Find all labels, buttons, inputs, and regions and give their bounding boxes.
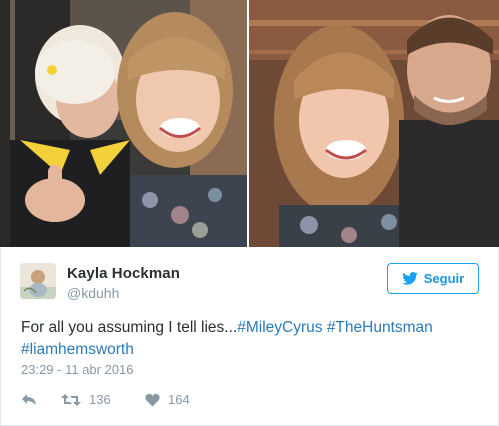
hashtag-link[interactable]: #liamhemsworth	[21, 341, 134, 358]
like-count: 164	[168, 392, 190, 407]
bird-icon	[401, 272, 418, 285]
tweet-timestamp[interactable]: 23:29 - 11 abr 2016	[21, 362, 134, 377]
tweet-card: Kayla Hockman @kduhh Seguir For all you …	[0, 247, 499, 426]
reply-icon	[22, 394, 36, 405]
retweet-button[interactable]: 136	[61, 392, 145, 407]
reply-button[interactable]	[21, 393, 61, 406]
photo-left[interactable]	[0, 0, 247, 247]
follow-button-label: Seguir	[423, 271, 465, 286]
photo-right[interactable]	[249, 0, 499, 247]
heart-icon	[145, 393, 160, 406]
like-button[interactable]: 164	[145, 392, 215, 407]
tweet-actions: 136 164	[21, 392, 215, 407]
tweet-text: For all you assuming I tell lies...#Mile…	[21, 317, 481, 361]
avatar-image	[20, 263, 56, 299]
avatar[interactable]	[20, 263, 56, 299]
hashtag-link[interactable]: #MileyCyrus	[237, 319, 322, 336]
photo-right-image	[249, 0, 499, 247]
tweet-text-plain: For all you assuming I tell lies...	[21, 319, 238, 336]
user-handle[interactable]: @kduhh	[67, 285, 119, 301]
tweet-photos	[0, 0, 499, 247]
retweet-count: 136	[89, 392, 111, 407]
retweet-icon	[61, 393, 81, 406]
hashtag-link[interactable]: #TheHuntsman	[327, 319, 433, 336]
photo-left-image	[0, 0, 247, 247]
user-name[interactable]: Kayla Hockman	[67, 265, 180, 282]
follow-button[interactable]: Seguir	[387, 263, 479, 294]
